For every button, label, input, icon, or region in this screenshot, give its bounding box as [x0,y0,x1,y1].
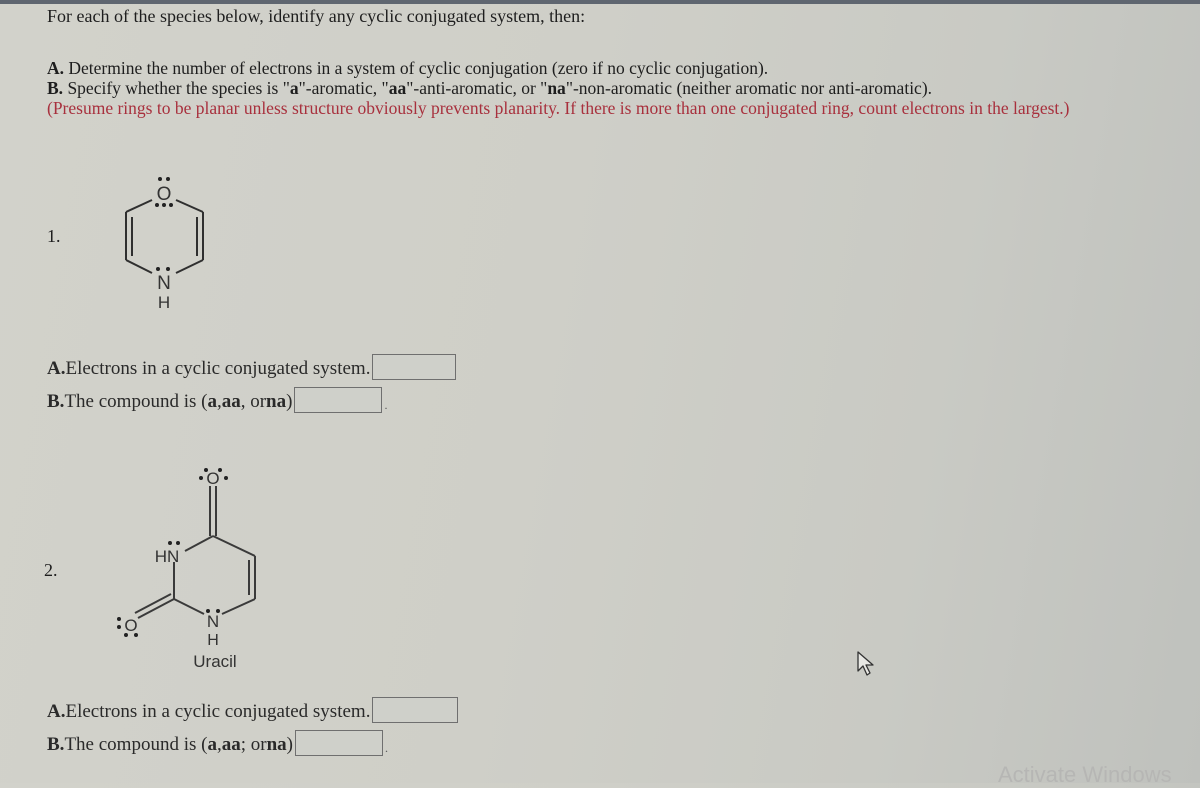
item-1-answer-b-row: B. The compound is (a, aa, or na) . [47,387,387,413]
instruction-a: A. Determine the number of electrons in … [47,58,769,78]
molecule-2-structure: O HN O N H Uracil [117,468,256,671]
atom-o: O [157,184,172,205]
atom-o-left: O [124,616,137,635]
aromaticity-input-2[interactable] [294,730,383,756]
window-top-edge [0,0,1200,4]
bond-o-c [125,199,153,213]
atom-hn: HN [155,547,180,566]
bond-c-n [125,259,153,274]
bond-c4-c5 [212,535,256,557]
item-number-2: 2. [44,560,58,580]
aromaticity-input-1[interactable] [294,387,383,413]
lone-pair-dots-hn [168,541,180,545]
planarity-note: (Presume rings to be planar unless struc… [47,98,1070,118]
bond-c4-n3 [184,535,214,552]
molecule-name-label: Uracil [193,652,236,671]
uracil-bonds [134,486,256,619]
lone-pair-dots-n [156,267,170,271]
answer-a-label: Electrons in a cyclic conjugated system. [65,701,371,722]
atom-n-bottom: N [207,612,219,631]
question-intro: For each of the species below, identify … [47,6,586,26]
atom-h: H [158,293,170,312]
instructions: A. Determine the number of electrons in … [47,58,1187,118]
electrons-input-2[interactable] [372,697,459,723]
item-2-answer-a-row: A. Electrons in a cyclic conjugated syste… [47,697,459,723]
item-2-answer-b-row: B. The compound is (a, aa; or na) . [47,730,388,756]
atom-o-top: O [206,469,219,488]
atom-h-bottom: H [207,632,219,649]
item-1-answer-a-row: A. Electrons in a cyclic conjugated syste… [47,354,457,380]
bond-n-c [175,259,204,274]
answer-a-label: Electrons in a cyclic conjugated system. [65,358,371,379]
mouse-pointer-icon [857,651,874,676]
instruction-b: B. Specify whether the species is "a"-ar… [47,78,933,98]
bond-c2-n1 [173,598,205,615]
item-number-1: 1. [47,226,61,246]
activate-windows-watermark: Activate Windows [998,762,1172,787]
atom-n: N [157,273,171,294]
bond-c6-n1 [221,598,256,615]
electrons-input-1[interactable] [372,354,457,380]
molecule-1-structure: O N H [125,177,204,312]
ring-bonds [125,199,204,274]
bond-c-o [175,199,204,213]
